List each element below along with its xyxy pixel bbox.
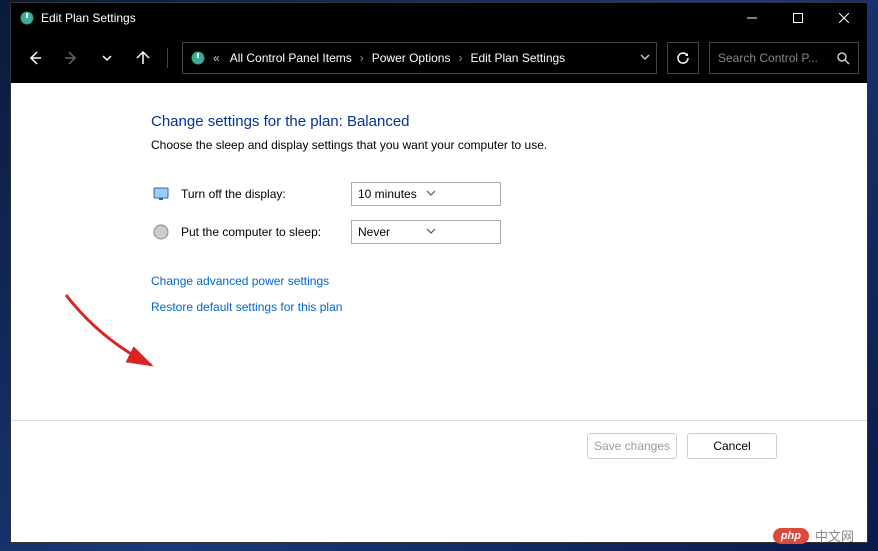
breadcrumb-item[interactable]: All Control Panel Items <box>226 51 356 65</box>
maximize-button[interactable] <box>775 3 821 33</box>
page-heading: Change settings for the plan: Balanced <box>151 113 867 130</box>
window: Edit Plan Settings <box>10 2 868 543</box>
setting-row-sleep: Put the computer to sleep: Never <box>151 220 867 244</box>
minimize-button[interactable] <box>729 3 775 33</box>
content-area: Change settings for the plan: Balanced C… <box>11 83 867 542</box>
forward-button[interactable] <box>55 42 87 74</box>
setting-row-display: Turn off the display: 10 minutes <box>151 182 867 206</box>
display-label: Turn off the display: <box>181 187 341 201</box>
back-button[interactable] <box>19 42 51 74</box>
sleep-icon <box>151 222 171 242</box>
separator <box>167 48 168 68</box>
navbar: « All Control Panel Items › Power Option… <box>11 33 867 83</box>
refresh-button[interactable] <box>667 42 699 74</box>
chevron-down-icon <box>426 187 494 201</box>
save-button[interactable]: Save changes <box>587 433 677 459</box>
display-value: 10 minutes <box>358 187 426 201</box>
page-subheading: Choose the sleep and display settings th… <box>151 138 867 152</box>
display-icon <box>151 184 171 204</box>
sleep-label: Put the computer to sleep: <box>181 225 341 239</box>
breadcrumb-item[interactable]: Edit Plan Settings <box>466 51 569 65</box>
search-input[interactable]: Search Control P... <box>709 42 859 74</box>
chevron-down-icon <box>426 225 494 239</box>
app-icon <box>19 10 35 26</box>
advanced-settings-link[interactable]: Change advanced power settings <box>151 274 867 288</box>
chevron-right-icon: › <box>358 51 366 65</box>
restore-defaults-link[interactable]: Restore default settings for this plan <box>151 300 867 314</box>
sleep-value: Never <box>358 225 426 239</box>
breadcrumb-icon <box>189 49 207 67</box>
search-icon <box>836 51 850 65</box>
display-dropdown[interactable]: 10 minutes <box>351 182 501 206</box>
breadcrumb-item[interactable]: Power Options <box>368 51 455 65</box>
window-title: Edit Plan Settings <box>41 11 729 25</box>
breadcrumb[interactable]: « All Control Panel Items › Power Option… <box>182 42 657 74</box>
breadcrumb-prefix: « <box>209 51 224 65</box>
history-dropdown-button[interactable] <box>91 42 123 74</box>
footer-buttons: Save changes Cancel <box>587 433 777 459</box>
chevron-down-icon[interactable] <box>640 51 650 65</box>
titlebar: Edit Plan Settings <box>11 3 867 33</box>
links-section: Change advanced power settings Restore d… <box>151 274 867 314</box>
cancel-button[interactable]: Cancel <box>687 433 777 459</box>
page: Change settings for the plan: Balanced C… <box>11 83 867 314</box>
chevron-right-icon: › <box>456 51 464 65</box>
up-button[interactable] <box>127 42 159 74</box>
close-button[interactable] <box>821 3 867 33</box>
divider <box>11 420 867 421</box>
sleep-dropdown[interactable]: Never <box>351 220 501 244</box>
search-placeholder: Search Control P... <box>718 51 836 65</box>
window-controls <box>729 3 867 33</box>
